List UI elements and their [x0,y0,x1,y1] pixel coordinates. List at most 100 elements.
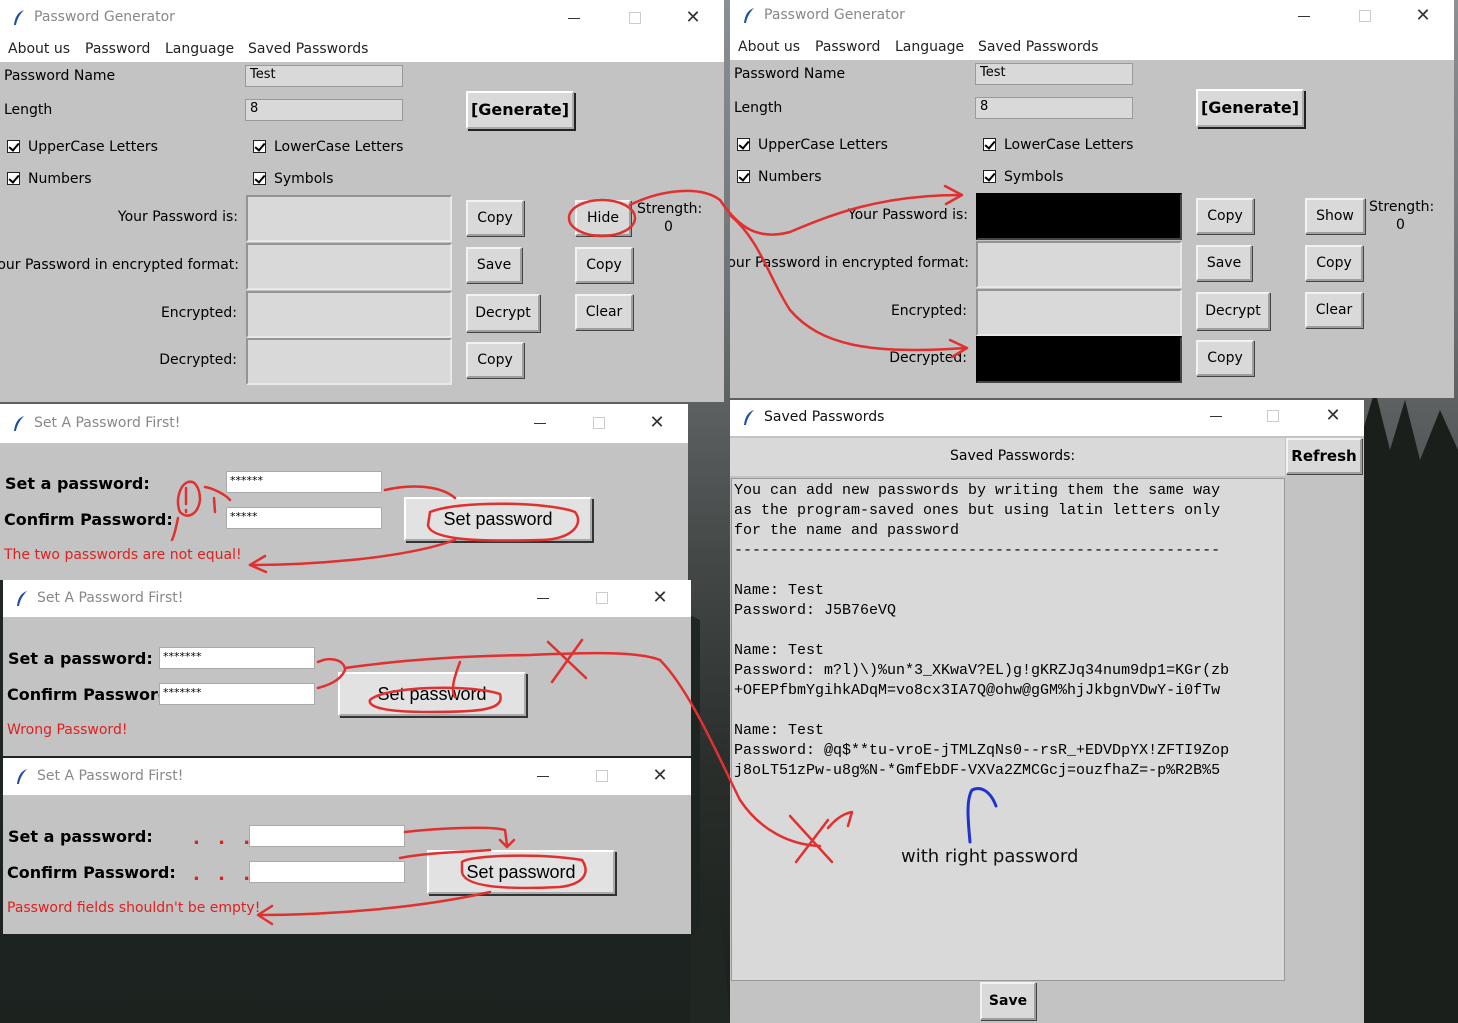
minimize-icon[interactable] [1290,2,1320,30]
generator-window-left: Password Generator ✕ About us Password L… [0,0,724,402]
generate-button[interactable]: [Generate] [1196,89,1304,127]
close-icon[interactable]: ✕ [642,409,672,437]
length-input[interactable]: 8 [975,97,1133,119]
copy-encrypted-button[interactable]: Copy [1305,245,1363,281]
menu-saved-passwords[interactable]: Saved Passwords [248,41,368,57]
uppercase-checkbox[interactable] [7,140,20,153]
password-output-hidden[interactable] [976,193,1182,240]
hide-button[interactable]: Hide [575,200,631,236]
title-bar: Set A Password First! ✕ [3,580,691,617]
length-input[interactable]: 8 [245,99,403,121]
lowercase-checkbox[interactable] [253,140,266,153]
numbers-checkbox[interactable] [7,172,20,185]
encrypted-input[interactable] [246,291,452,338]
menu-about-us[interactable]: About us [738,39,800,55]
minimize-icon[interactable] [1202,402,1232,430]
encrypted-label: Encrypted: [160,305,237,321]
password-name-input[interactable]: Test [245,65,403,87]
set-password-button[interactable]: Set password [338,672,526,716]
numbers-label: Numbers [28,171,92,187]
encrypted-format-output[interactable] [976,241,1182,288]
maximize-icon[interactable] [620,4,650,32]
saved-passwords-window: Saved Passwords ✕ Saved Passwords: Refre… [730,400,1364,1023]
decrypted-output-hidden[interactable] [976,336,1182,383]
lowercase-checkbox[interactable] [983,138,996,151]
maximize-icon[interactable] [1350,2,1380,30]
confirm-password-input[interactable]: ******* [159,683,315,705]
confirm-password-input[interactable]: ***** [226,507,382,529]
generate-button[interactable]: [Generate] [466,91,574,129]
refresh-button[interactable]: Refresh [1286,438,1362,474]
encrypted-label: Encrypted: [890,303,967,319]
save-button[interactable]: Save [466,247,522,283]
feather-icon [14,416,24,431]
set-password-button[interactable]: Set password [404,497,592,541]
encrypted-format-output[interactable] [246,243,452,290]
minimize-icon[interactable] [529,584,559,612]
lowercase-label: LowerCase Letters [1004,137,1134,153]
show-button[interactable]: Show [1305,198,1365,234]
copy-decrypted-button[interactable]: Copy [1196,340,1254,376]
feather-icon [17,591,27,606]
menu-password[interactable]: Password [815,39,880,55]
numbers-checkbox[interactable] [737,170,750,183]
minimize-icon[interactable] [560,4,590,32]
strength-label: Strength: [1369,199,1435,215]
saved-passwords-text[interactable]: You can add new passwords by writing the… [731,478,1285,981]
menu-language[interactable]: Language [895,39,964,55]
maximize-icon[interactable] [587,762,617,790]
copy-decrypted-button[interactable]: Copy [466,342,524,378]
decrypt-button[interactable]: Decrypt [1196,292,1270,330]
maximize-icon[interactable] [1258,402,1288,430]
decrypted-output[interactable] [246,338,452,385]
close-icon[interactable]: ✕ [645,762,675,790]
encrypted-format-label: Your Password in encrypted format: [730,255,969,271]
menu-saved-passwords[interactable]: Saved Passwords [978,39,1098,55]
symbols-checkbox[interactable] [253,172,266,185]
error-message: Wrong Password! [7,722,128,738]
strength-label: Strength: [637,201,703,217]
copy-password-button[interactable]: Copy [466,200,524,236]
menu-about-us[interactable]: About us [8,41,70,57]
save-button[interactable]: Save [1196,245,1252,281]
close-icon[interactable]: ✕ [678,4,708,32]
decrypt-button[interactable]: Decrypt [466,294,540,332]
password-output[interactable] [246,195,452,242]
generator-window-right: Password Generator ✕ About us Password L… [730,0,1454,398]
close-icon[interactable]: ✕ [645,584,675,612]
uppercase-label: UpperCase Letters [758,137,888,153]
error-message: Password fields shouldn't be empty! [7,900,261,916]
uppercase-checkbox[interactable] [737,138,750,151]
close-icon[interactable]: ✕ [1318,402,1348,430]
menu-password[interactable]: Password [85,41,150,57]
title-bar: Password Generator ✕ [0,0,724,36]
symbols-checkbox[interactable] [983,170,996,183]
set-password-button[interactable]: Set password [427,850,615,894]
lowercase-label: LowerCase Letters [274,139,404,155]
password-name-input[interactable]: Test [975,63,1133,85]
your-password-label: Your Password is: [847,207,968,223]
set-password-dialog-empty: Set A Password First! ✕ Set a password: … [3,758,691,934]
encrypted-input[interactable] [976,289,1182,336]
confirm-password-label: Confirm Password: [7,685,176,704]
set-password-label: Set a password: [8,649,153,668]
clear-button[interactable]: Clear [1305,292,1363,328]
set-password-input[interactable]: ******* [159,647,315,669]
confirm-password-label: Confirm Password: [4,510,173,529]
length-label: Length [4,102,53,118]
menu-language[interactable]: Language [165,41,234,57]
maximize-icon[interactable] [584,409,614,437]
copy-encrypted-button[interactable]: Copy [575,247,633,283]
your-password-label: Your Password is: [117,209,238,225]
minimize-icon[interactable] [529,762,559,790]
close-icon[interactable]: ✕ [1408,2,1438,30]
maximize-icon[interactable] [587,584,617,612]
set-password-input[interactable] [249,825,405,847]
confirm-password-label: Confirm Password: [7,863,176,882]
minimize-icon[interactable] [526,409,556,437]
set-password-input[interactable]: ****** [226,471,382,493]
clear-button[interactable]: Clear [575,294,633,330]
copy-password-button[interactable]: Copy [1196,198,1254,234]
save-saved-button[interactable]: Save [980,982,1036,1020]
confirm-password-input[interactable] [249,861,405,883]
